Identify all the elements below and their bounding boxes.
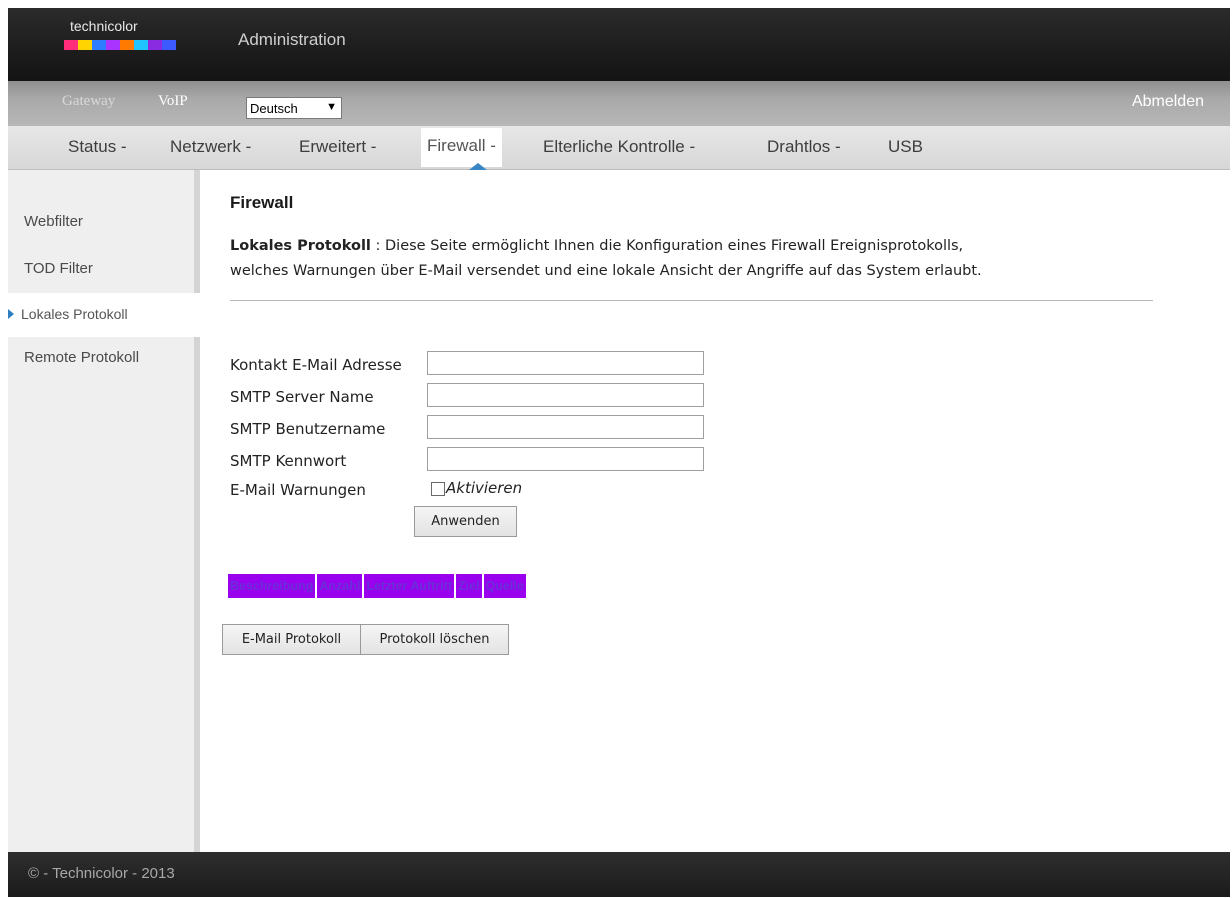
smtp-password-label: SMTP Kennwort [230,452,347,470]
language-selected: Deutsch [250,101,298,116]
column-header-beschreibung: Beschreibung [228,574,316,598]
header-title: Administration [238,30,346,49]
smtp-server-field[interactable] [427,383,704,407]
apply-button[interactable]: Anwenden [414,506,517,537]
email-field[interactable] [427,351,704,375]
page-frame: technicolor Administration Gateway VoIP … [8,8,1230,897]
active-tab-indicator-icon [469,163,487,170]
enable-warnings-checkbox[interactable] [431,482,445,496]
sidebar: Webfilter TOD Filter Lokales Protokoll R… [8,170,200,852]
tab-drahtlos[interactable]: Drahtlos - [767,137,841,157]
column-header-anzahl: Anzahl [317,574,363,598]
main-tabs: Status - Netzwerk - Erweitert - Firewall… [8,126,1230,170]
smtp-password-field[interactable] [427,447,704,471]
email-warnings-label: E-Mail Warnungen [230,481,366,499]
tab-netzwerk[interactable]: Netzwerk - [170,137,251,157]
description-title: Lokales Protokoll [230,238,371,254]
tab-elterliche-kontrolle[interactable]: Elterliche Kontrolle - [543,137,695,157]
sidebar-item-label: Lokales Protokoll [21,306,128,322]
enable-warnings-label[interactable]: Aktivieren [446,479,522,497]
email-label: Kontakt E-Mail Adresse [230,356,402,374]
sidebar-item-remote-protokoll[interactable]: Remote Protokoll [24,349,139,366]
log-table-header: Beschreibung Anzahl Letzter Auftritt Zie… [228,574,528,598]
column-header-letzter-auftritt: Letzter Auftritt [364,574,454,598]
column-header-quelle: Quelle [483,574,526,598]
language-select[interactable]: Deutsch ▼ [246,97,342,119]
copyright-text: © - Technicolor - 2013 [28,865,175,882]
tab-usb[interactable]: USB [888,137,923,157]
brand-name: technicolor [70,18,138,34]
nav-voip[interactable]: VoIP [158,93,188,110]
description-line-1: Diese Seite ermöglicht Ihnen die Konfigu… [385,238,964,254]
page-title: Firewall [230,193,294,212]
top-nav: Gateway VoIP Deutsch ▼ Abmelden [8,81,1230,126]
column-header-ziel: Ziel [455,574,482,598]
chevron-down-icon: ▼ [326,101,337,113]
logout-link[interactable]: Abmelden [1132,93,1204,111]
active-arrow-icon [8,309,14,319]
sidebar-item-webfilter[interactable]: Webfilter [24,213,83,230]
sidebar-item-tod-filter[interactable]: TOD Filter [24,260,93,277]
tab-status[interactable]: Status - [68,137,127,157]
footer: © - Technicolor - 2013 [8,852,1230,897]
nav-gateway[interactable]: Gateway [62,93,115,110]
smtp-server-label: SMTP Server Name [230,388,374,406]
page-description: Lokales Protokoll : Diese Seite ermöglic… [230,234,1130,284]
email-log-button[interactable]: E-Mail Protokoll [222,624,361,655]
sidebar-item-lokales-protokoll[interactable]: Lokales Protokoll [8,293,200,337]
clear-log-button[interactable]: Protokoll löschen [360,624,509,655]
divider [230,300,1153,301]
smtp-user-field[interactable] [427,415,704,439]
description-line-2: welches Warnungen über E-Mail versendet … [230,263,982,279]
smtp-user-label: SMTP Benutzername [230,420,386,438]
technicolor-logo[interactable]: technicolor [64,18,176,70]
logo-color-bar-icon [64,40,176,50]
tab-firewall[interactable]: Firewall - [421,128,502,167]
description-separator: : [370,238,386,254]
tab-erweitert[interactable]: Erweitert - [299,137,376,157]
header-bar: technicolor Administration [8,8,1230,81]
